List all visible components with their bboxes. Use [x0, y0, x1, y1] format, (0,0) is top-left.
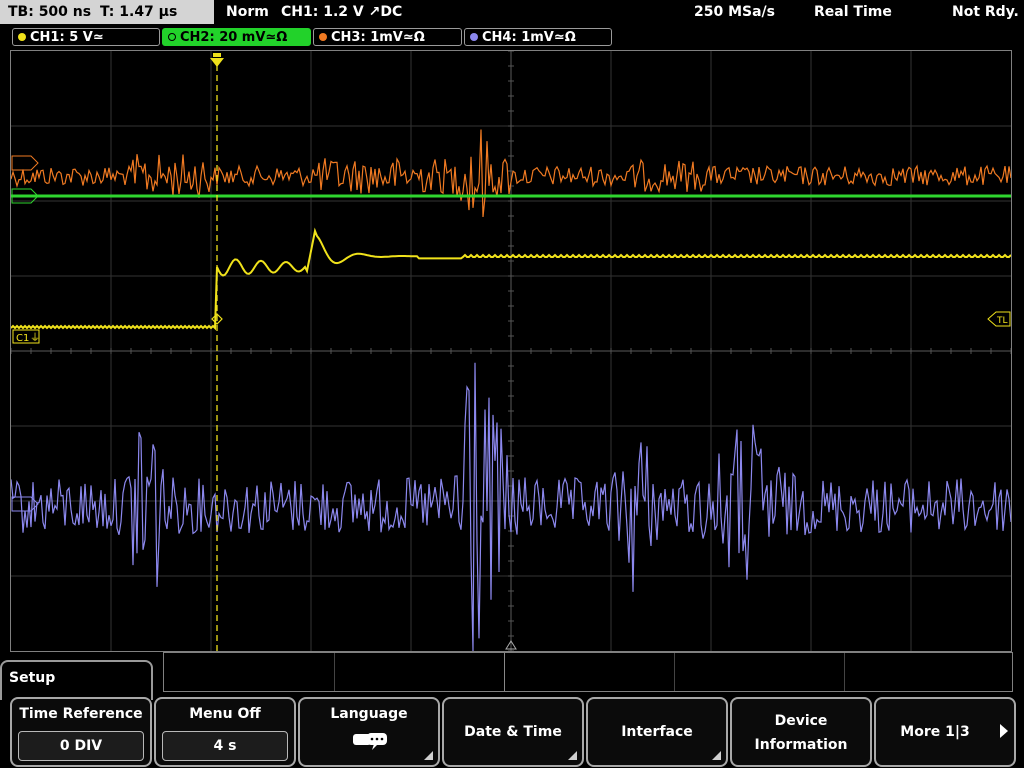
- time-reference-value: 0 DIV: [18, 731, 144, 761]
- ch4-label: CH4: 1mV≃Ω: [482, 30, 576, 45]
- menu-title-tab: Setup: [0, 660, 153, 700]
- ch2-label: CH2: 20 mV≃Ω: [180, 30, 288, 45]
- c1-ground-icon: ⏚: [30, 332, 40, 344]
- ch3-label: CH3: 1mV≃Ω: [331, 30, 425, 45]
- time-reference-label: Time Reference: [19, 706, 143, 722]
- timebase-readout: TB: 500 ns: [8, 4, 92, 20]
- trigger-time-readout: T: 1.47 μs: [100, 4, 178, 20]
- menu-off-value: 4 s: [162, 731, 288, 761]
- language-softkey[interactable]: Language: [298, 697, 440, 767]
- more-softkey[interactable]: More 1|3: [874, 697, 1016, 767]
- interface-label: Interface: [621, 724, 693, 740]
- more-label: More 1|3: [900, 724, 970, 740]
- trigger-mode[interactable]: Norm: [226, 2, 269, 22]
- status-bar: TB: 500 ns T: 1.47 μs Norm CH1: 1.2 V ↗D…: [0, 0, 1024, 26]
- trigger-level-text: TL: [996, 316, 1008, 326]
- date-time-label: Date & Time: [464, 724, 562, 740]
- channel-tab-ch2[interactable]: CH2: 20 mV≃Ω: [162, 28, 311, 46]
- ch1-color-dot: [18, 33, 26, 41]
- trigger-info[interactable]: CH1: 1.2 V ↗DC: [281, 2, 402, 22]
- ch4-color-dot: [470, 33, 478, 41]
- submenu-indicator-icon: [424, 751, 433, 760]
- date-time-softkey[interactable]: Date & Time: [442, 697, 584, 767]
- next-page-arrow-icon: [1000, 724, 1008, 738]
- c1-marker-text: C1: [16, 333, 29, 344]
- submenu-indicator-icon: [568, 751, 577, 760]
- channel-tab-ch3[interactable]: CH3: 1mV≃Ω: [313, 28, 462, 46]
- ch2-color-dot: [168, 33, 176, 41]
- sample-rate: 250 MSa/s: [694, 4, 776, 20]
- ch1-label: CH1: 5 V≃: [30, 30, 104, 45]
- channel-tab-ch4[interactable]: CH4: 1mV≃Ω: [464, 28, 612, 46]
- ch3-offset-marker[interactable]: [11, 155, 39, 171]
- acquisition-mode: Real Time: [814, 4, 892, 20]
- time-reference-softkey[interactable]: Time Reference 0 DIV: [10, 697, 152, 767]
- grid: [11, 51, 1011, 651]
- menu-off-softkey[interactable]: Menu Off 4 s: [154, 697, 296, 767]
- menu-title: Setup: [9, 670, 56, 686]
- ch3-color-dot: [319, 33, 327, 41]
- language-label: Language: [330, 706, 408, 722]
- device-information-softkey[interactable]: Device Information: [730, 697, 872, 767]
- channel-tab-ch1[interactable]: CH1: 5 V≃: [12, 28, 160, 46]
- trigger-level-marker[interactable]: TL: [987, 311, 1011, 327]
- menu-off-label: Menu Off: [189, 706, 261, 722]
- device-information-label-line1: Device: [774, 713, 828, 729]
- ch1-offset-marker[interactable]: C1 ⏚: [12, 329, 40, 344]
- submenu-indicator-icon: [712, 751, 721, 760]
- zoom-overview-strip: [163, 652, 1013, 692]
- acquisition-state: Not Rdy.: [952, 4, 1019, 20]
- speech-bubble-icon: [353, 733, 387, 750]
- timebase-panel[interactable]: TB: 500 ns T: 1.47 μs: [0, 0, 214, 24]
- device-information-label-line2: Information: [754, 737, 848, 753]
- interface-softkey[interactable]: Interface: [586, 697, 728, 767]
- waveform-display[interactable]: C1 ⏚ TL: [10, 50, 1012, 652]
- trigger-position-marker[interactable]: [210, 53, 224, 67]
- waveform-canvas[interactable]: C1 ⏚ TL: [11, 51, 1011, 651]
